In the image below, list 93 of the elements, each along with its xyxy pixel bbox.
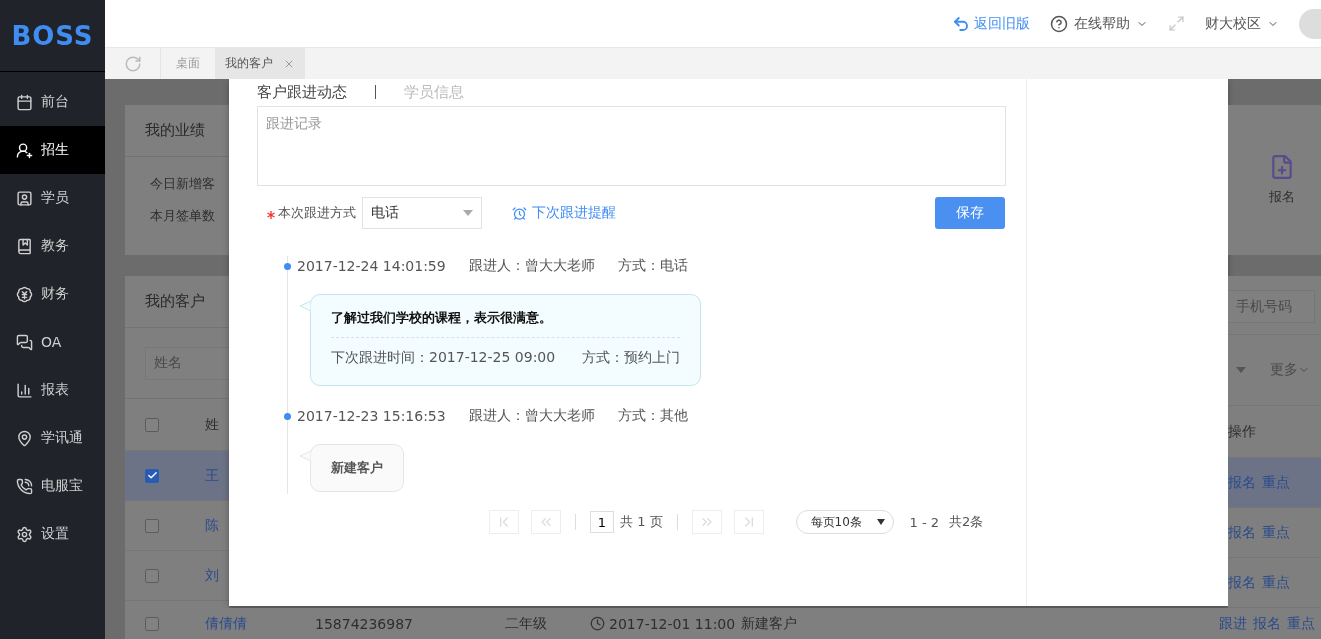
customer-name-link[interactable]: 刘 bbox=[205, 566, 219, 585]
page-count: 共 1 页 bbox=[620, 513, 663, 531]
checkbox[interactable] bbox=[145, 616, 159, 631]
tab-label: 我的客户 bbox=[225, 55, 273, 72]
calendar-icon bbox=[16, 93, 33, 111]
next-method-text: 方式：预约上门 bbox=[582, 349, 681, 367]
follower-text: 跟进人：曾大大老师 bbox=[468, 257, 595, 275]
enroll-label: 报名 bbox=[1268, 188, 1295, 206]
grade-cell-text: 二年级 bbox=[505, 614, 548, 633]
previous-page-button[interactable] bbox=[531, 510, 561, 534]
range-text: 1 - 2 bbox=[909, 514, 940, 530]
book-icon bbox=[16, 237, 33, 255]
checkbox[interactable] bbox=[145, 518, 159, 533]
method-select[interactable]: 电话 bbox=[362, 197, 482, 229]
reminder-link[interactable]: 下次跟进提醒 bbox=[512, 204, 616, 222]
checkbox[interactable] bbox=[145, 417, 159, 432]
tab-label: 桌面 bbox=[176, 55, 200, 72]
fullscreen-icon[interactable] bbox=[1168, 15, 1185, 32]
sidebar-item[interactable]: 报表 bbox=[0, 366, 105, 414]
action-link[interactable]: 跟进 bbox=[1219, 614, 1247, 633]
page-input[interactable]: 1 bbox=[590, 511, 614, 533]
method-text: 方式：其他 bbox=[617, 407, 688, 425]
page-tab[interactable]: 我的客户 bbox=[215, 48, 305, 79]
note-input[interactable]: 跟进记录 bbox=[257, 106, 1006, 186]
sidebar-item[interactable]: 电服宝 bbox=[0, 462, 105, 510]
help-icon bbox=[1050, 14, 1068, 33]
last-page-button[interactable] bbox=[733, 510, 764, 534]
user-plus-icon bbox=[16, 141, 33, 159]
customer-name-link[interactable]: 倩倩倩 bbox=[205, 614, 315, 633]
timeline-dot bbox=[284, 412, 291, 420]
phone-icon bbox=[16, 477, 33, 495]
method-label: 本次跟进方式 bbox=[278, 204, 356, 222]
save-button[interactable]: 保存 bbox=[935, 197, 1005, 229]
back-link[interactable]: 返回旧版 bbox=[952, 14, 1030, 33]
sidebar-item[interactable]: 设置 bbox=[0, 510, 105, 558]
card-title: 我的业绩 bbox=[145, 121, 205, 140]
column-header: 姓 bbox=[205, 415, 219, 434]
stat-label: 本月签单数 bbox=[150, 207, 216, 225]
campus-menu[interactable]: 财大校区 bbox=[1205, 14, 1279, 33]
clock-icon bbox=[590, 616, 605, 631]
timeline-dot bbox=[284, 262, 291, 270]
dialog-tab[interactable]: 客户跟进动态 bbox=[257, 82, 347, 102]
timeline-time: 2017-12-23 15:16:53 bbox=[297, 408, 446, 424]
card-title: 我的客户 bbox=[145, 292, 205, 311]
action-link[interactable]: 报名 bbox=[1253, 614, 1281, 633]
method-text: 方式：电话 bbox=[617, 257, 688, 275]
action-link[interactable]: 报名 bbox=[1228, 573, 1256, 592]
time-cell: 2017-12-01 11:00 bbox=[609, 615, 736, 632]
caret-icon bbox=[463, 210, 473, 216]
page-tab[interactable]: 桌面 bbox=[161, 48, 215, 79]
note-text: 新建客户 bbox=[331, 459, 383, 477]
total-text: 共2条 bbox=[949, 513, 984, 531]
help-menu[interactable]: 在线帮助 bbox=[1050, 14, 1148, 33]
action-link[interactable]: 报名 bbox=[1228, 523, 1256, 542]
caret-icon bbox=[876, 519, 885, 525]
dialog-tab[interactable]: 学员信息 bbox=[404, 82, 464, 102]
checkbox[interactable] bbox=[145, 568, 159, 583]
caret-icon[interactable] bbox=[1236, 367, 1246, 373]
chat-bubbles-icon bbox=[16, 333, 33, 351]
page-size-select[interactable]: 每页10条 bbox=[795, 510, 894, 534]
follower-text: 跟进人：曾大大老师 bbox=[468, 407, 595, 425]
map-pin-icon bbox=[16, 429, 33, 447]
sidebar-item[interactable]: 前台 bbox=[0, 78, 105, 126]
sidebar-item[interactable]: 财务 bbox=[0, 270, 105, 318]
status-cell: 新建客户 bbox=[741, 614, 798, 633]
first-page-button[interactable] bbox=[489, 510, 519, 534]
avatar bbox=[1299, 8, 1321, 39]
id-card-icon bbox=[16, 189, 33, 207]
column-header: 操作 bbox=[1228, 422, 1256, 441]
next-time-text: 下次跟进时间：2017-12-25 09:00 bbox=[331, 349, 556, 367]
action-link[interactable]: 重点 bbox=[1262, 473, 1290, 492]
timeline-time: 2017-12-24 14:01:59 bbox=[297, 258, 446, 274]
sidebar-item[interactable]: 学讯通 bbox=[0, 414, 105, 462]
action-link[interactable]: 重点 bbox=[1262, 573, 1290, 592]
action-link[interactable]: 报名 bbox=[1228, 473, 1256, 492]
sidebar-item[interactable]: 教务 bbox=[0, 222, 105, 270]
next-page-button[interactable] bbox=[691, 510, 722, 534]
undo-icon bbox=[952, 14, 970, 33]
stat-label: 今日新增客 bbox=[150, 175, 216, 193]
sidebar-item[interactable]: 招生 bbox=[0, 126, 105, 174]
checkbox[interactable] bbox=[145, 468, 159, 483]
customer-name-link[interactable]: 陈 bbox=[205, 516, 219, 535]
bar-chart-icon bbox=[16, 381, 33, 399]
phone-cell-text: 15874236987 bbox=[315, 615, 414, 632]
sidebar-item[interactable]: 学员 bbox=[0, 174, 105, 222]
note-text: 了解过我们学校的课程，表示很满意。 bbox=[331, 309, 553, 327]
refresh-icon bbox=[123, 54, 142, 73]
action-link[interactable]: 重点 bbox=[1287, 614, 1315, 633]
action-link[interactable]: 重点 bbox=[1262, 523, 1290, 542]
settings-icon bbox=[16, 525, 33, 543]
alarm-icon bbox=[512, 205, 527, 221]
yen-coin-icon bbox=[16, 285, 33, 303]
sidebar-item[interactable]: OA bbox=[0, 318, 105, 366]
